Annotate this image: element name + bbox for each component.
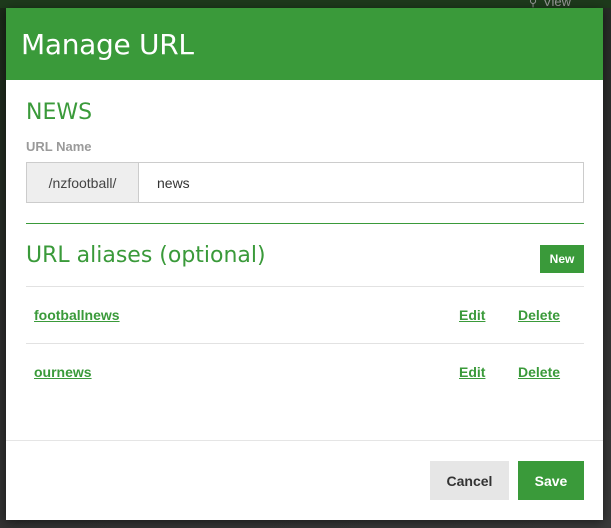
- url-name-input[interactable]: [139, 163, 583, 202]
- dialog-title: Manage URL: [21, 27, 194, 61]
- footer-divider: [6, 440, 603, 441]
- cancel-button[interactable]: Cancel: [430, 461, 509, 500]
- url-name-label: URL Name: [26, 139, 92, 154]
- url-prefix: /nzfootball/: [27, 163, 139, 202]
- delete-alias-link[interactable]: Delete: [518, 307, 560, 323]
- dialog-header: Manage URL: [6, 8, 603, 80]
- new-alias-button[interactable]: New: [540, 245, 584, 273]
- alias-row: footballnews Edit Delete: [26, 287, 584, 344]
- url-name-field-group: /nzfootball/: [26, 162, 584, 203]
- alias-row: ournews Edit Delete: [26, 344, 584, 401]
- edit-alias-link[interactable]: Edit: [459, 307, 485, 323]
- background-top-strip: [0, 0, 611, 8]
- alias-list: footballnews Edit Delete ournews Edit De…: [26, 286, 584, 401]
- url-aliases-title: URL aliases (optional): [26, 243, 266, 268]
- section-divider: [26, 223, 584, 224]
- alias-link[interactable]: footballnews: [34, 307, 120, 323]
- save-button[interactable]: Save: [518, 461, 584, 500]
- section-name: NEWS: [26, 100, 93, 125]
- delete-alias-link[interactable]: Delete: [518, 364, 560, 380]
- manage-url-dialog: Manage URL NEWS URL Name /nzfootball/ UR…: [6, 8, 603, 520]
- edit-alias-link[interactable]: Edit: [459, 364, 485, 380]
- alias-link[interactable]: ournews: [34, 364, 92, 380]
